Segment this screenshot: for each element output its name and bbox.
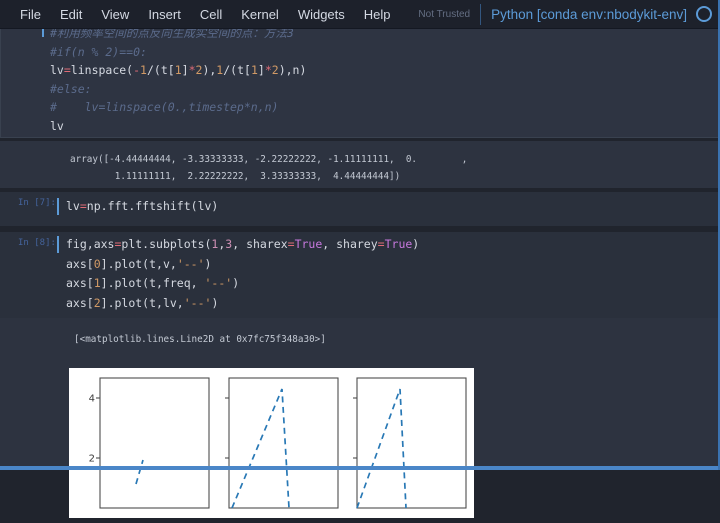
menu-edit[interactable]: Edit [60, 7, 82, 22]
svg-text:2: 2 [89, 454, 95, 465]
menu-insert[interactable]: Insert [148, 7, 181, 22]
output-array-line1: array([-4.44444444, -3.33333333, -2.2222… [70, 151, 467, 168]
output-array-line2: 1.11111111, 2.22222222, 3.33333333, 4.44… [70, 168, 400, 185]
code-cell-top[interactable]: #利用频率空间的点反向生成实空间的点：方法3#if(n % 2)==0:lv=l… [0, 28, 720, 138]
code-cell-in8[interactable]: In [8]: fig,axs=plt.subplots(1,3, sharex… [0, 232, 720, 318]
kernel-name: Python [conda env:nbodykit-env] [491, 7, 687, 22]
output-line2d-repr: [<matplotlib.lines.Line2D at 0x7fc75f348… [74, 331, 326, 348]
prompt-in7: In [7]: [18, 198, 56, 208]
menu-help[interactable]: Help [364, 7, 391, 22]
menu-file[interactable]: File [20, 7, 41, 22]
code-input-top[interactable]: #利用频率空间的点反向生成实空间的点：方法3#if(n % 2)==0:lv=l… [50, 28, 306, 135]
menu-view[interactable]: View [101, 7, 129, 22]
menu-cell[interactable]: Cell [200, 7, 222, 22]
prompt-in8: In [8]: [18, 238, 56, 248]
code-input-in7[interactable]: lv=np.fft.fftshift(lv) [66, 197, 218, 216]
code-input-in8[interactable]: fig,axs=plt.subplots(1,3, sharex=True, s… [66, 235, 419, 313]
not-trusted-badge: Not Trusted [418, 9, 470, 20]
code-cell-in7[interactable]: In [7]: lv=np.fft.fftshift(lv) [0, 192, 720, 226]
text-cursor-in7 [57, 198, 59, 215]
jupyter-notebook-window: { "menubar": { "items": ["File", "Edit",… [0, 0, 720, 470]
text-cursor-top [42, 28, 44, 37]
kernel-status-icon [696, 6, 712, 22]
menu-widgets[interactable]: Widgets [298, 7, 345, 22]
svg-text:4: 4 [89, 394, 95, 405]
output-plot-area: [<matplotlib.lines.Line2D at 0x7fc75f348… [0, 318, 720, 470]
matplotlib-figure: 42 [69, 368, 474, 518]
menubar: File Edit View Insert Cell Kernel Widget… [0, 0, 720, 29]
text-cursor-in8 [57, 236, 59, 253]
output-array-area: array([-4.44444444, -3.33333333, -2.2222… [0, 141, 720, 188]
bottom-blue-bar [0, 466, 720, 470]
menubar-separator [480, 4, 481, 25]
menu-kernel[interactable]: Kernel [241, 7, 279, 22]
